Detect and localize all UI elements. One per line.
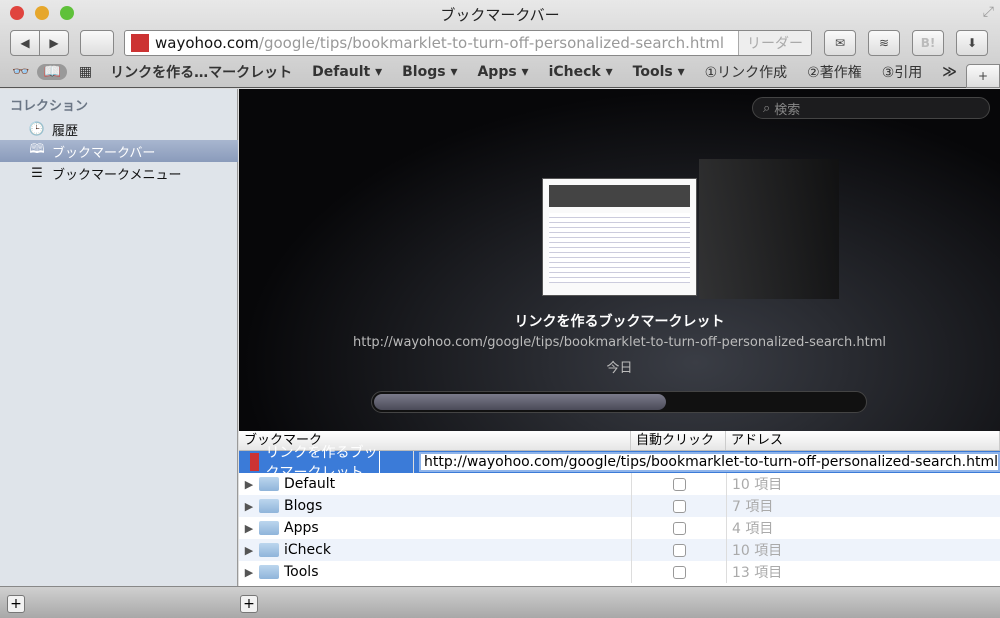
mail-button[interactable]: ✉ <box>824 30 856 56</box>
url-host: wayohoo.com <box>155 34 259 52</box>
layers-icon: ≋ <box>878 36 890 50</box>
window-titlebar: ブックマークバー ⤢ ◀ ▶ wayohoo.com/google/tips/b… <box>0 0 1000 88</box>
bookmark-name: iCheck <box>284 542 331 558</box>
bookmark-item[interactable]: ①リンク作成 <box>705 62 788 82</box>
folder-icon <box>259 477 279 491</box>
address-edit-field[interactable]: http://wayohoo.com/google/tips/bookmarkl… <box>418 452 1000 472</box>
disclosure-triangle-icon[interactable]: ▶ <box>239 544 259 557</box>
autoclick-checkbox[interactable] <box>672 499 686 513</box>
more-bookmarks-button[interactable]: ≫ <box>942 64 957 80</box>
bookmark-item[interactable]: ②著作権 <box>807 62 862 82</box>
search-input[interactable]: ⌕ 検索 <box>752 97 990 119</box>
background-pages <box>699 159 839 299</box>
bookmark-item[interactable]: リンクを作る…マークレット <box>110 62 292 82</box>
table-row[interactable]: リンクを作るブックマークレット http://wayohoo.com/google… <box>239 445 1000 481</box>
item-count: 10 項目 <box>726 473 1000 495</box>
reading-list-icon[interactable]: 👓 <box>12 64 29 80</box>
page-thumbnail[interactable] <box>542 178 697 296</box>
disclosure-triangle-icon[interactable]: ▶ <box>239 522 259 535</box>
coverflow-title: リンクを作るブックマークレット <box>514 314 725 330</box>
table-row[interactable]: ▶ Apps 4 項目 <box>239 517 1000 539</box>
site-favicon <box>249 453 260 471</box>
coverflow-view: ⌕ 検索 リンクを作るブックマークレット http://wayohoo.com/g… <box>239 89 1000 431</box>
bookmark-folder-default[interactable]: Default ▾ <box>312 64 382 80</box>
url-path: /google/tips/bookmarklet-to-turn-off-per… <box>258 34 725 52</box>
column-header-autoclick[interactable]: 自動クリック <box>631 431 726 450</box>
download-button[interactable]: ⬇ <box>956 30 988 56</box>
book-icon: 🕮 <box>29 142 45 157</box>
sidebar-header: コレクション <box>10 99 89 114</box>
fullscreen-icon[interactable]: ⤢ <box>983 4 994 20</box>
sidebar-toggle-button[interactable] <box>80 30 114 56</box>
column-header-address[interactable]: アドレス <box>726 431 1000 450</box>
sidebar-item-label: ブックマークバー <box>52 145 156 161</box>
sidebar: コレクション 🕒 履歴 🕮 ブックマークバー ☰ ブックマークメニュー <box>0 89 238 586</box>
reader-button[interactable]: リーダー <box>738 31 811 55</box>
search-icon: ⌕ <box>763 100 771 116</box>
disclosure-triangle-icon[interactable]: ▶ <box>239 478 259 491</box>
sidebar-item-label: 履歴 <box>52 123 79 139</box>
autoclick-checkbox[interactable] <box>672 543 686 557</box>
item-count: 7 項目 <box>726 495 1000 517</box>
item-count: 10 項目 <box>726 539 1000 561</box>
bottom-bar: + + <box>0 586 1000 618</box>
table-row[interactable]: ▶ Blogs 7 項目 <box>239 495 1000 517</box>
coverflow-scrollbar[interactable] <box>371 391 867 413</box>
bookmark-folder-icheck[interactable]: iCheck ▾ <box>549 64 613 80</box>
bookmark-folder-blogs[interactable]: Blogs ▾ <box>402 64 457 80</box>
address-bar[interactable]: wayohoo.com/google/tips/bookmarklet-to-t… <box>124 30 812 56</box>
disclosure-triangle-icon[interactable]: ▶ <box>239 566 259 579</box>
sidebar-item-label: ブックマークメニュー <box>52 167 182 183</box>
disclosure-triangle-icon[interactable]: ▶ <box>239 500 259 513</box>
folder-icon <box>259 543 279 557</box>
item-count: 4 項目 <box>726 517 1000 539</box>
folder-icon <box>259 565 279 579</box>
coverflow-url: http://wayohoo.com/google/tips/bookmarkl… <box>352 335 887 350</box>
back-button[interactable]: ◀ <box>10 30 40 56</box>
table-row[interactable]: ▶ Default 10 項目 <box>239 473 1000 495</box>
bookmark-name: Tools <box>284 564 319 580</box>
download-icon: ⬇ <box>966 36 978 50</box>
sidebar-item-history[interactable]: 🕒 履歴 <box>0 118 238 140</box>
folder-icon <box>259 521 279 535</box>
layers-button[interactable]: ≋ <box>868 30 900 56</box>
bookmark-folder-tools[interactable]: Tools ▾ <box>633 64 685 80</box>
add-bookmark-button[interactable]: + <box>240 595 258 613</box>
bookmarks-bar: 👓 📖 ▦ リンクを作る…マークレット Default ▾ Blogs ▾ Ap… <box>0 60 977 84</box>
autoclick-checkbox[interactable] <box>672 565 686 579</box>
bookmarks-book-icon[interactable]: 📖 <box>37 64 67 80</box>
hatena-bookmark-button[interactable]: B! <box>912 30 944 56</box>
table-row[interactable]: ▶ iCheck 10 項目 <box>239 539 1000 561</box>
bookmark-name: Apps <box>284 520 319 536</box>
bookmark-name: Default <box>284 476 336 492</box>
autoclick-checkbox[interactable] <box>672 521 686 535</box>
sidebar-item-bookmarks-menu[interactable]: ☰ ブックマークメニュー <box>0 162 238 184</box>
bookmark-name: Blogs <box>284 498 323 514</box>
coverflow-date: 今日 <box>606 361 633 376</box>
new-tab-button[interactable]: + <box>966 64 1000 88</box>
window-title: ブックマークバー <box>440 6 560 24</box>
mail-icon: ✉ <box>834 36 846 50</box>
clock-icon: 🕒 <box>28 121 46 137</box>
bookmark-item[interactable]: ③引用 <box>882 62 923 82</box>
top-sites-icon[interactable]: ▦ <box>79 64 92 80</box>
add-collection-button[interactable]: + <box>7 595 25 613</box>
scrollbar-thumb[interactable] <box>374 394 666 410</box>
menu-list-icon: ☰ <box>31 165 43 181</box>
item-count: 13 項目 <box>726 561 1000 583</box>
hatena-bookmark-icon: B! <box>920 36 936 50</box>
bookmark-folder-apps[interactable]: Apps ▾ <box>477 64 528 80</box>
autoclick-checkbox[interactable] <box>672 477 686 491</box>
forward-button[interactable]: ▶ <box>39 30 69 56</box>
folder-icon <box>259 499 279 513</box>
sidebar-item-bookmarks-bar[interactable]: 🕮 ブックマークバー <box>0 140 238 162</box>
bookmarks-table: ブックマーク 自動クリック アドレス リンクを作るブックマークレット http:/… <box>239 431 1000 586</box>
site-favicon <box>131 34 149 52</box>
table-row[interactable]: ▶ Tools 13 項目 <box>239 561 1000 583</box>
